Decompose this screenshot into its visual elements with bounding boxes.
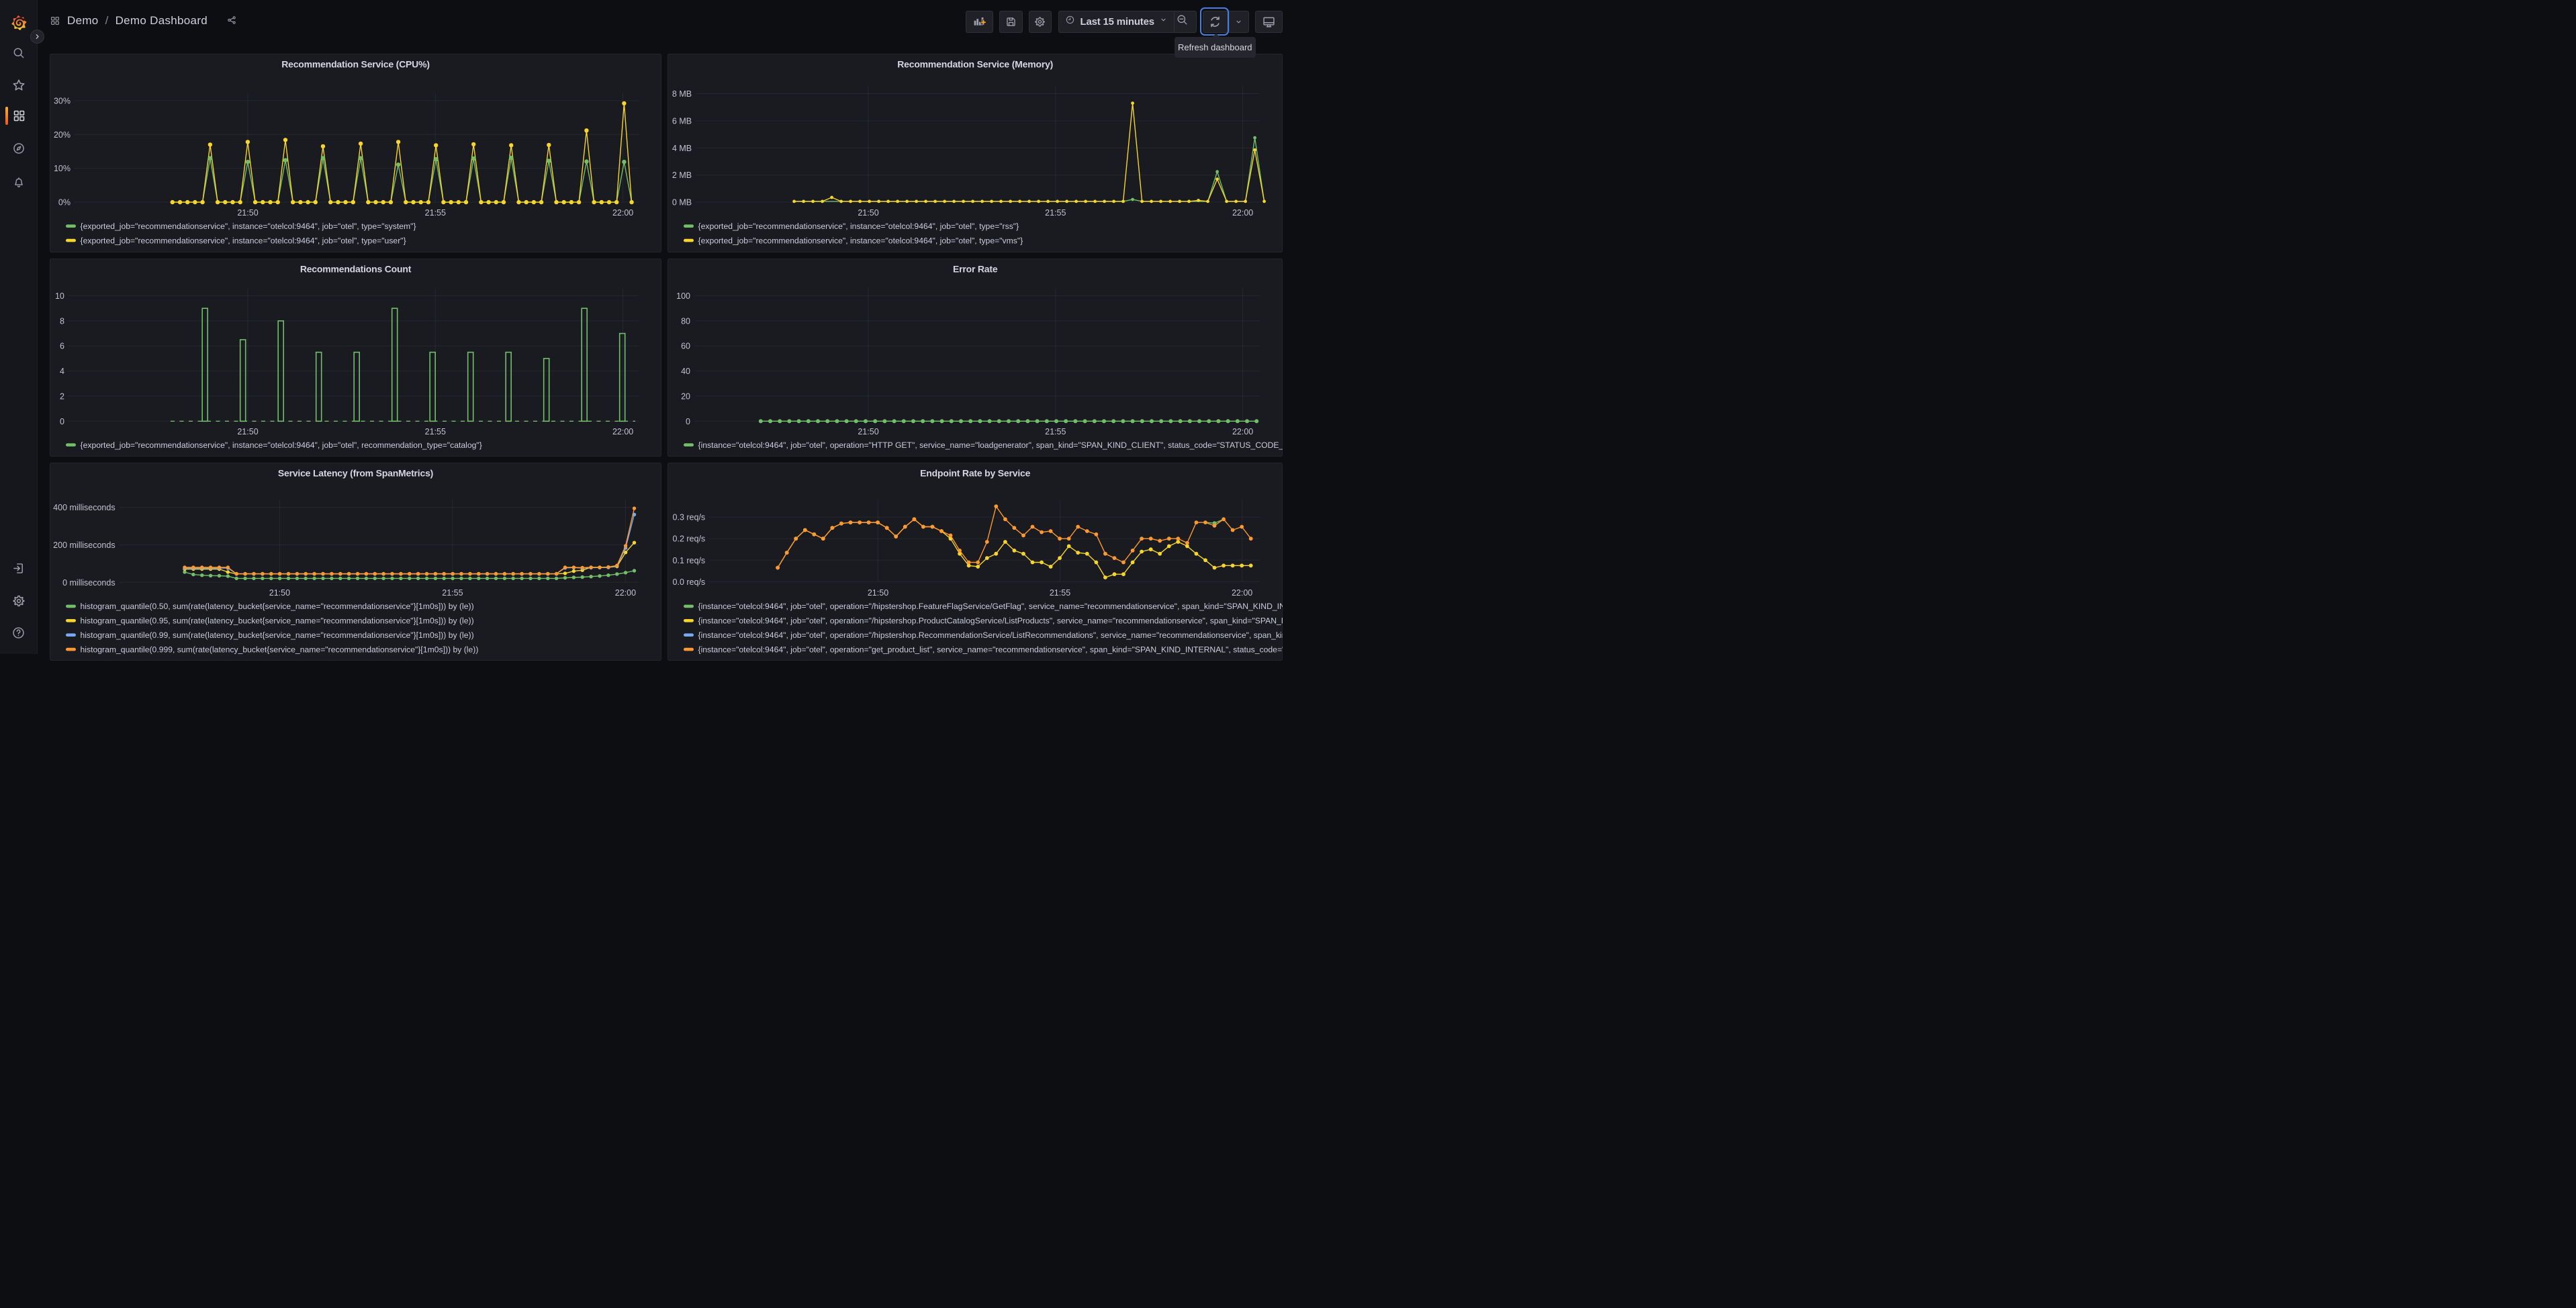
svg-text:0.1 req/s: 0.1 req/s: [672, 555, 705, 565]
svg-text:{exported_job="recommendations: {exported_job="recommendationservice", i…: [698, 236, 1023, 245]
svg-text:{exported_job="recommendations: {exported_job="recommendationservice", i…: [698, 222, 1019, 231]
svg-text:21:55: 21:55: [425, 208, 446, 218]
svg-text:21:55: 21:55: [425, 426, 446, 436]
svg-text:40: 40: [681, 367, 690, 376]
svg-text:4: 4: [60, 367, 64, 376]
svg-text:2: 2: [60, 391, 64, 401]
svg-text:{instance="otelcol:9464", job=: {instance="otelcol:9464", job="otel", op…: [698, 602, 1283, 611]
svg-text:21:55: 21:55: [1045, 208, 1066, 218]
svg-text:histogram_quantile(0.50, sum(r: histogram_quantile(0.50, sum(rate(latenc…: [81, 602, 474, 611]
svg-text:histogram_quantile(0.999, sum(: histogram_quantile(0.999, sum(rate(laten…: [81, 645, 479, 654]
svg-text:0.0 req/s: 0.0 req/s: [672, 577, 705, 586]
svg-text:400 milliseconds: 400 milliseconds: [53, 503, 115, 512]
svg-text:22:00: 22:00: [1232, 208, 1252, 218]
svg-text:8 MB: 8 MB: [672, 89, 691, 99]
svg-text:Endpoint Rate by Service: Endpoint Rate by Service: [920, 467, 1030, 478]
svg-text:{exported_job="recommendations: {exported_job="recommendationservice", i…: [81, 440, 482, 449]
svg-text:22:00: 22:00: [1232, 426, 1252, 436]
svg-text:6 MB: 6 MB: [672, 116, 691, 126]
svg-text:21:55: 21:55: [1049, 588, 1070, 598]
svg-text:0: 0: [686, 416, 690, 426]
svg-text:4 MB: 4 MB: [672, 144, 691, 153]
svg-text:0%: 0%: [58, 198, 71, 207]
svg-text:6: 6: [60, 341, 64, 351]
svg-text:22:00: 22:00: [612, 208, 633, 218]
svg-text:Service Latency (from SpanMetr: Service Latency (from SpanMetrics): [278, 467, 433, 478]
svg-text:22:00: 22:00: [615, 588, 636, 598]
svg-text:21:55: 21:55: [1045, 426, 1066, 436]
svg-text:Error Rate: Error Rate: [952, 263, 997, 274]
svg-text:21:50: 21:50: [237, 208, 258, 218]
svg-text:Recommendations Count: Recommendations Count: [300, 263, 412, 274]
svg-text:22:00: 22:00: [612, 426, 633, 436]
svg-text:0 milliseconds: 0 milliseconds: [62, 577, 116, 587]
svg-text:{exported_job="recommendations: {exported_job="recommendationservice", i…: [81, 222, 416, 231]
svg-text:21:50: 21:50: [858, 208, 878, 218]
svg-text:21:55: 21:55: [442, 588, 463, 598]
svg-text:{instance="otelcol:9464", job=: {instance="otelcol:9464", job="otel", op…: [698, 645, 1283, 654]
svg-text:2 MB: 2 MB: [672, 171, 691, 180]
svg-text:8: 8: [60, 316, 64, 326]
svg-text:21:50: 21:50: [269, 588, 290, 598]
svg-text:21:50: 21:50: [867, 588, 888, 598]
svg-text:histogram_quantile(0.99, sum(r: histogram_quantile(0.99, sum(rate(latenc…: [81, 630, 474, 639]
svg-text:100: 100: [676, 291, 690, 301]
svg-text:{instance="otelcol:9464", job=: {instance="otelcol:9464", job="otel", op…: [698, 630, 1283, 639]
svg-text:200 milliseconds: 200 milliseconds: [53, 541, 115, 550]
svg-text:Recommendation Service (Memory: Recommendation Service (Memory): [897, 59, 1053, 70]
svg-text:{exported_job="recommendations: {exported_job="recommendationservice", i…: [81, 236, 406, 245]
svg-text:21:50: 21:50: [858, 426, 878, 436]
svg-text:{instance="otelcol:9464", job=: {instance="otelcol:9464", job="otel", op…: [698, 440, 1283, 449]
svg-text:30%: 30%: [54, 96, 71, 105]
svg-text:20: 20: [681, 391, 690, 401]
svg-text:0.3 req/s: 0.3 req/s: [672, 512, 705, 522]
svg-text:10%: 10%: [54, 164, 71, 173]
svg-text:10: 10: [55, 291, 64, 301]
svg-text:0: 0: [60, 416, 64, 426]
svg-text:80: 80: [681, 316, 690, 326]
svg-text:21:50: 21:50: [237, 426, 258, 436]
svg-text:22:00: 22:00: [1231, 588, 1252, 598]
svg-text:histogram_quantile(0.95, sum(r: histogram_quantile(0.95, sum(rate(latenc…: [81, 616, 474, 625]
svg-text:{instance="otelcol:9464", job=: {instance="otelcol:9464", job="otel", op…: [698, 616, 1283, 625]
svg-text:0 MB: 0 MB: [672, 198, 691, 207]
svg-text:0.2 req/s: 0.2 req/s: [672, 534, 705, 543]
svg-text:60: 60: [681, 341, 690, 351]
svg-text:Recommendation Service (CPU%): Recommendation Service (CPU%): [281, 59, 430, 70]
svg-text:20%: 20%: [54, 130, 71, 140]
